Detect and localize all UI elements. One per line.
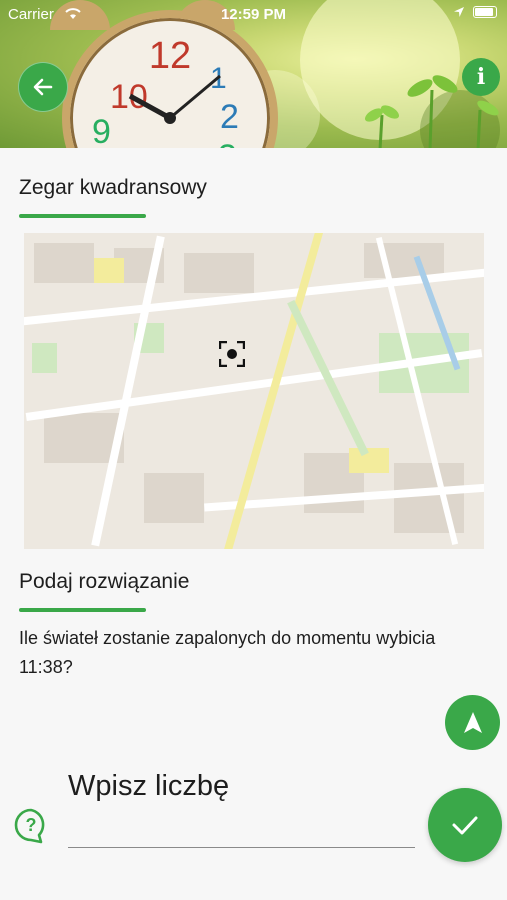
- location-services-icon: [454, 7, 464, 17]
- task-title: Zegar kwadransowy: [19, 176, 207, 199]
- arrow-left-icon: [33, 78, 53, 96]
- solution-title: Podaj rozwiązanie: [19, 570, 190, 593]
- status-time: 12:59 PM: [220, 6, 287, 23]
- location-map[interactable]: [24, 233, 484, 549]
- navigate-button[interactable]: [445, 695, 500, 750]
- info-icon: i: [476, 64, 486, 90]
- question-text: Ile świateł zostanie zapalonych do momen…: [19, 628, 436, 677]
- svg-text:10: 10: [110, 78, 148, 116]
- navigation-arrow-icon: [463, 711, 482, 733]
- info-button[interactable]: i: [462, 58, 500, 96]
- target-icon: [219, 341, 245, 367]
- checkmark-icon: [452, 816, 478, 835]
- back-button[interactable]: [18, 62, 68, 112]
- submit-button[interactable]: [428, 788, 502, 862]
- svg-text:9: 9: [92, 113, 111, 148]
- answer-input-label: Wpisz liczbę: [68, 770, 230, 802]
- svg-text:2: 2: [220, 98, 239, 136]
- solution-title-underline: [19, 608, 146, 612]
- answer-input[interactable]: [68, 847, 415, 848]
- alarm-clock-image: 12 1 2 3 10 9 8: [62, 10, 278, 148]
- battery-icon: [473, 6, 497, 18]
- svg-text:3: 3: [218, 138, 237, 148]
- svg-text:12: 12: [149, 35, 191, 77]
- svg-text:?: ?: [26, 815, 37, 835]
- question-bubble-icon[interactable]: ?: [14, 808, 48, 844]
- status-bar: Carrier 12:59 PM: [0, 0, 507, 28]
- task-title-underline: [19, 214, 146, 218]
